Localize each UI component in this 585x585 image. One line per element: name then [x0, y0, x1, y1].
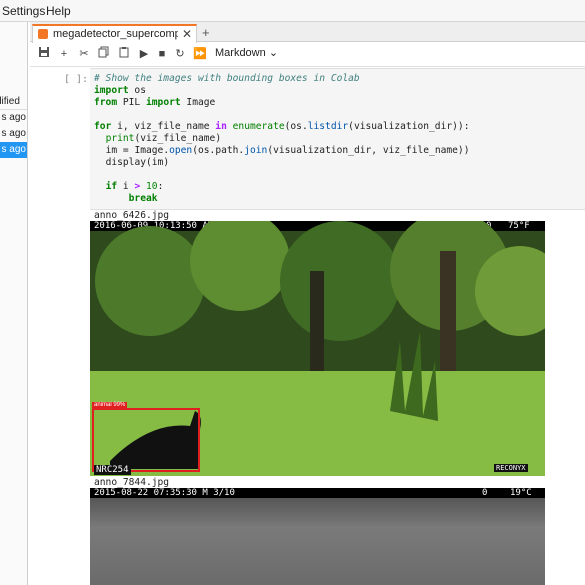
file-row-selected[interactable]: s ago — [0, 142, 27, 158]
file-modified: s ago — [1, 112, 26, 123]
file-modified: s ago — [1, 144, 26, 155]
run-icon[interactable]: ▶ — [136, 46, 152, 62]
file-row[interactable]: s ago — [0, 126, 27, 142]
cell-type-select[interactable]: Markdown ⌄ — [215, 46, 278, 59]
cut-icon[interactable]: ✂ — [76, 46, 92, 62]
stamp-extra: 0 — [482, 488, 488, 498]
close-icon[interactable]: ✕ — [182, 27, 192, 41]
copy-icon[interactable] — [96, 46, 112, 62]
tab-bar: megadetector_supercompu ✕ + — [30, 22, 585, 43]
add-tab-icon[interactable]: + — [202, 25, 210, 40]
file-modified: s ago — [1, 128, 26, 139]
camera-id: NRC254 — [94, 465, 131, 475]
fast-forward-icon[interactable]: ⏩ — [192, 46, 208, 62]
output-filename: anno_7844.jpg — [94, 477, 170, 488]
code-cell[interactable]: # Show the images with bounding boxes in… — [90, 68, 585, 210]
cell-prompt: [ ]: — [64, 74, 89, 85]
image-timestamp: 2015-08-22 07:35:30 M 3/10 0 19°C — [90, 488, 545, 498]
file-browser: dified s ago s ago s ago — [0, 22, 28, 585]
menu-help[interactable]: Help — [46, 4, 71, 18]
main-area: megadetector_supercompu ✕ + + ✂ ▶ ■ ↻ ⏩ … — [30, 22, 585, 585]
output-filename: anno_6426.jpg — [94, 210, 170, 221]
notebook-toolbar: + ✂ ▶ ■ ↻ ⏩ Markdown ⌄ — [30, 43, 585, 67]
detection-label: animal 99% — [92, 402, 128, 408]
code-editor[interactable]: # Show the images with bounding boxes in… — [94, 73, 469, 205]
stamp-temp: 19°C — [510, 488, 532, 498]
detection-box — [92, 408, 200, 472]
paste-icon[interactable] — [116, 46, 132, 62]
tab-notebook[interactable]: megadetector_supercompu ✕ — [32, 24, 197, 43]
camera-trap-image: 2016-06-09 10:13:50 AM M 2/5 0 75°F anim… — [90, 221, 545, 476]
stamp-date: 2015-08-22 07:35:30 M 3/10 — [94, 488, 235, 498]
save-icon[interactable] — [36, 46, 52, 62]
menu-settings[interactable]: Settings — [2, 4, 45, 18]
stop-icon[interactable]: ■ — [154, 46, 170, 62]
camera-brand: RECONYX — [494, 464, 528, 472]
notebook-icon — [38, 29, 48, 39]
chevron-down-icon: ⌄ — [268, 47, 279, 59]
add-icon[interactable]: + — [56, 46, 72, 62]
cell-type-label: Markdown — [215, 47, 266, 59]
file-browser-header[interactable]: dified — [0, 94, 27, 110]
last-modified-header: dified — [0, 96, 20, 107]
menubar: Settings Help — [0, 0, 585, 22]
notebook-panel: [ ]: # Show the images with bounding box… — [30, 68, 585, 585]
tab-label: megadetector_supercompu — [53, 28, 178, 40]
file-row[interactable]: s ago — [0, 110, 27, 126]
camera-trap-image: 2015-08-22 07:35:30 M 3/10 0 19°C — [90, 488, 545, 585]
restart-icon[interactable]: ↻ — [172, 46, 188, 62]
